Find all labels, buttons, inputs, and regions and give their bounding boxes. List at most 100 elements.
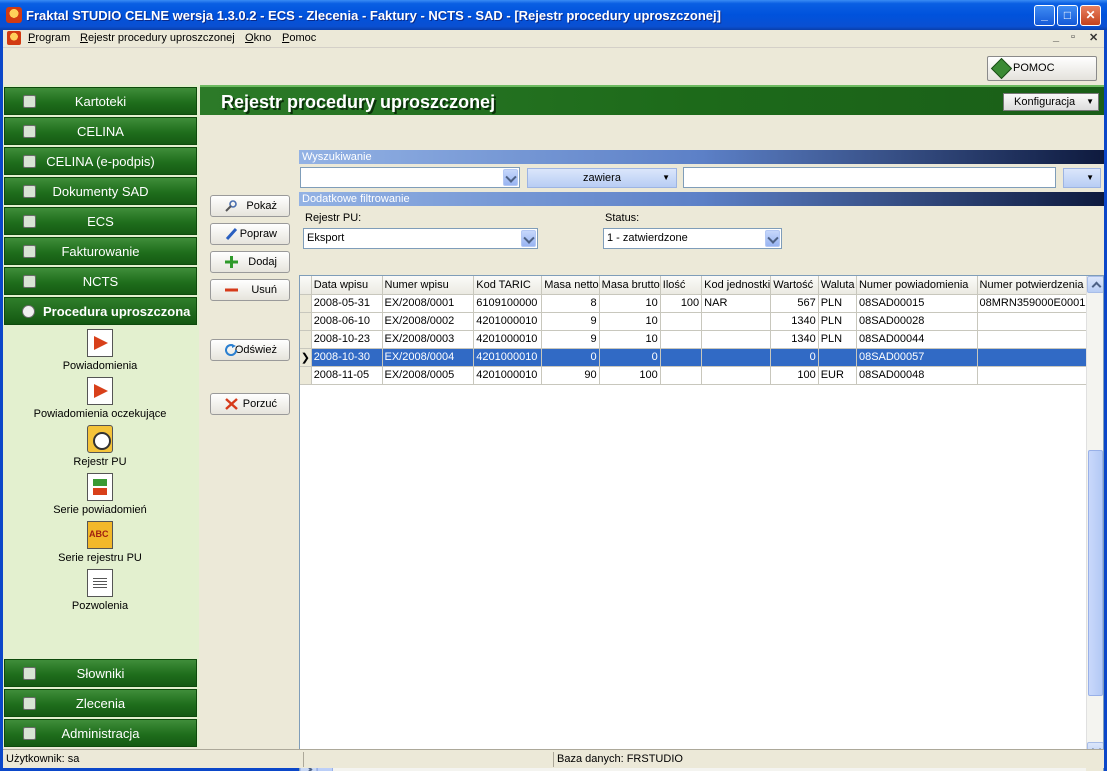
table-cell[interactable]: 08MRN359000E00012 <box>977 294 1103 313</box>
table-cell[interactable]: NAR <box>701 294 772 313</box>
nav-dictionaries[interactable]: Słowniki <box>4 659 197 687</box>
sub-item-register-series[interactable]: Serie rejestru PU <box>3 521 197 564</box>
registry-select[interactable]: Eksport <box>303 228 538 249</box>
nav-orders[interactable]: Zlecenia <box>4 689 197 717</box>
table-cell[interactable]: 10 <box>599 330 661 349</box>
table-cell[interactable]: 2008-10-30 <box>311 348 383 367</box>
mdi-close-button[interactable]: ✕ <box>1089 31 1098 44</box>
table-cell[interactable]: EX/2008/0003 <box>382 330 475 349</box>
configuration-button[interactable]: Konfiguracja ▼ <box>1003 93 1099 111</box>
table-cell[interactable]: 10 <box>599 312 661 331</box>
chevron-down-icon[interactable] <box>765 230 780 247</box>
column-header[interactable]: Waluta <box>818 276 857 295</box>
table-cell[interactable]: EX/2008/0001 <box>382 294 475 313</box>
table-cell[interactable] <box>660 312 703 331</box>
column-header[interactable]: Masa brutto <box>599 276 661 295</box>
row-indicator[interactable] <box>300 366 312 385</box>
delete-button[interactable]: Usuń <box>210 279 290 301</box>
row-indicator[interactable] <box>300 330 312 349</box>
column-header[interactable]: Masa netto <box>541 276 600 295</box>
table-cell[interactable] <box>701 366 772 385</box>
search-input[interactable] <box>683 167 1056 188</box>
sub-item-permits[interactable]: Pozwolenia <box>3 569 197 612</box>
menu-window[interactable]: Okno <box>245 32 271 44</box>
table-cell[interactable] <box>660 348 703 367</box>
table-cell[interactable]: 567 <box>770 294 819 313</box>
row-indicator[interactable] <box>300 294 312 313</box>
column-header[interactable]: Numer powiadomienia <box>856 276 978 295</box>
nav-sad-documents[interactable]: Dokumenty SAD <box>4 177 197 205</box>
add-button[interactable]: Dodaj <box>210 251 290 273</box>
table-cell[interactable]: 4201000010 <box>473 366 543 385</box>
column-header[interactable]: Ilość <box>660 276 703 295</box>
menu-program[interactable]: Program <box>28 32 70 44</box>
menu-help[interactable]: Pomoc <box>282 32 316 44</box>
nav-ncts[interactable]: NCTS <box>4 267 197 295</box>
abandon-button[interactable]: Porzuć <box>210 393 290 415</box>
table-cell[interactable]: 0 <box>599 348 661 367</box>
vertical-scrollbar[interactable] <box>1086 276 1103 759</box>
nav-ecs[interactable]: ECS <box>4 207 197 235</box>
table-cell[interactable]: 08SAD00057 <box>856 348 978 367</box>
table-cell[interactable]: 4201000010 <box>473 312 543 331</box>
nav-kartoteki[interactable]: Kartoteki <box>4 87 197 115</box>
table-cell[interactable] <box>977 312 1103 331</box>
nav-celina-epodpis[interactable]: CELINA (e-podpis) <box>4 147 197 175</box>
table-cell[interactable]: PLN <box>818 294 857 313</box>
table-cell[interactable]: 100 <box>770 366 819 385</box>
table-cell[interactable]: 2008-06-10 <box>311 312 383 331</box>
table-cell[interactable]: 10 <box>599 294 661 313</box>
search-options-dropdown[interactable]: ▼ <box>1063 168 1101 188</box>
edit-button[interactable]: Popraw <box>210 223 290 245</box>
chevron-down-icon[interactable] <box>521 230 536 247</box>
table-cell[interactable]: 08SAD00028 <box>856 312 978 331</box>
search-field-select[interactable] <box>300 167 520 188</box>
nav-invoicing[interactable]: Fakturowanie <box>4 237 197 265</box>
table-cell[interactable]: 100 <box>599 366 661 385</box>
table-cell[interactable]: 08SAD00048 <box>856 366 978 385</box>
table-cell[interactable]: 2008-10-23 <box>311 330 383 349</box>
refresh-button[interactable]: Odśwież <box>210 339 290 361</box>
sub-item-pending-notifications[interactable]: Powiadomienia oczekujące <box>3 377 197 420</box>
column-header[interactable]: Numer potwierdzenia <box>977 276 1103 295</box>
show-button[interactable]: Pokaż <box>210 195 290 217</box>
row-indicator[interactable] <box>300 312 312 331</box>
table-cell[interactable]: 2008-05-31 <box>311 294 383 313</box>
table-cell[interactable] <box>977 330 1103 349</box>
minimize-button[interactable]: _ <box>1034 5 1055 26</box>
table-cell[interactable]: EX/2008/0005 <box>382 366 475 385</box>
column-header[interactable]: Wartość <box>770 276 819 295</box>
table-cell[interactable] <box>977 348 1103 367</box>
table-cell[interactable]: 90 <box>541 366 600 385</box>
table-cell[interactable] <box>660 366 703 385</box>
table-cell[interactable]: 1340 <box>770 312 819 331</box>
column-header[interactable]: Kod TARIC <box>473 276 543 295</box>
table-cell[interactable]: EX/2008/0002 <box>382 312 475 331</box>
table-cell[interactable]: 9 <box>541 312 600 331</box>
data-grid[interactable]: Data wpisu Numer wpisu Kod TARIC Masa ne… <box>299 275 1104 771</box>
row-pointer-icon[interactable]: ❯ <box>300 348 312 367</box>
table-cell[interactable]: 9 <box>541 330 600 349</box>
table-cell[interactable]: 4201000010 <box>473 348 543 367</box>
table-cell[interactable] <box>818 348 857 367</box>
mdi-minimize-button[interactable]: _ <box>1053 31 1059 43</box>
table-row[interactable]: 2008-05-31 EX/2008/0001 6109100000 8 10 100 NA… <box>300 294 1103 313</box>
column-header[interactable]: Data wpisu <box>311 276 383 295</box>
table-cell[interactable] <box>701 312 772 331</box>
table-cell[interactable]: 4201000010 <box>473 330 543 349</box>
remote-help-button[interactable]: POMOC ZDALNA <box>987 56 1097 97</box>
chevron-down-icon[interactable] <box>503 169 518 186</box>
table-cell[interactable]: 100 <box>660 294 703 313</box>
maximize-button[interactable]: □ <box>1057 5 1078 26</box>
sub-item-notifications[interactable]: Powiadomienia <box>3 329 197 372</box>
table-cell[interactable]: 08SAD00044 <box>856 330 978 349</box>
table-cell[interactable] <box>660 330 703 349</box>
table-cell[interactable] <box>701 330 772 349</box>
nav-celina[interactable]: CELINA <box>4 117 197 145</box>
table-cell[interactable] <box>701 348 772 367</box>
column-header[interactable]: Numer wpisu <box>382 276 475 295</box>
table-cell[interactable]: 1340 <box>770 330 819 349</box>
nav-administration[interactable]: Administracja <box>4 719 197 747</box>
table-cell[interactable]: PLN <box>818 312 857 331</box>
document-app-icon[interactable] <box>7 31 21 45</box>
